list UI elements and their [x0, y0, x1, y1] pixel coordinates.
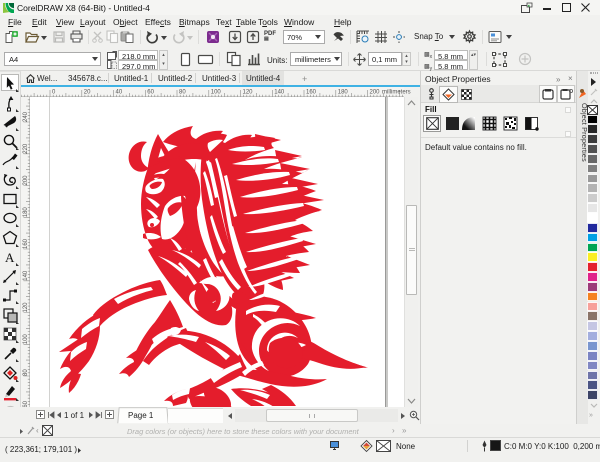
svg-text:60: 60	[147, 90, 154, 96]
svg-text:140: 140	[274, 90, 285, 96]
svg-text:A: A	[5, 250, 15, 265]
svg-text:200: 200	[370, 90, 381, 96]
svg-text:80: 80	[179, 90, 186, 96]
svg-text:120: 120	[243, 90, 254, 96]
svg-text:20: 20	[84, 90, 91, 96]
svg-text:180: 180	[338, 90, 349, 96]
svg-text:160: 160	[306, 90, 317, 96]
svg-text:100: 100	[211, 90, 222, 96]
svg-text:millimeters: millimeters	[382, 90, 411, 96]
svg-text:40: 40	[116, 90, 123, 96]
svg-text:0: 0	[52, 90, 56, 96]
